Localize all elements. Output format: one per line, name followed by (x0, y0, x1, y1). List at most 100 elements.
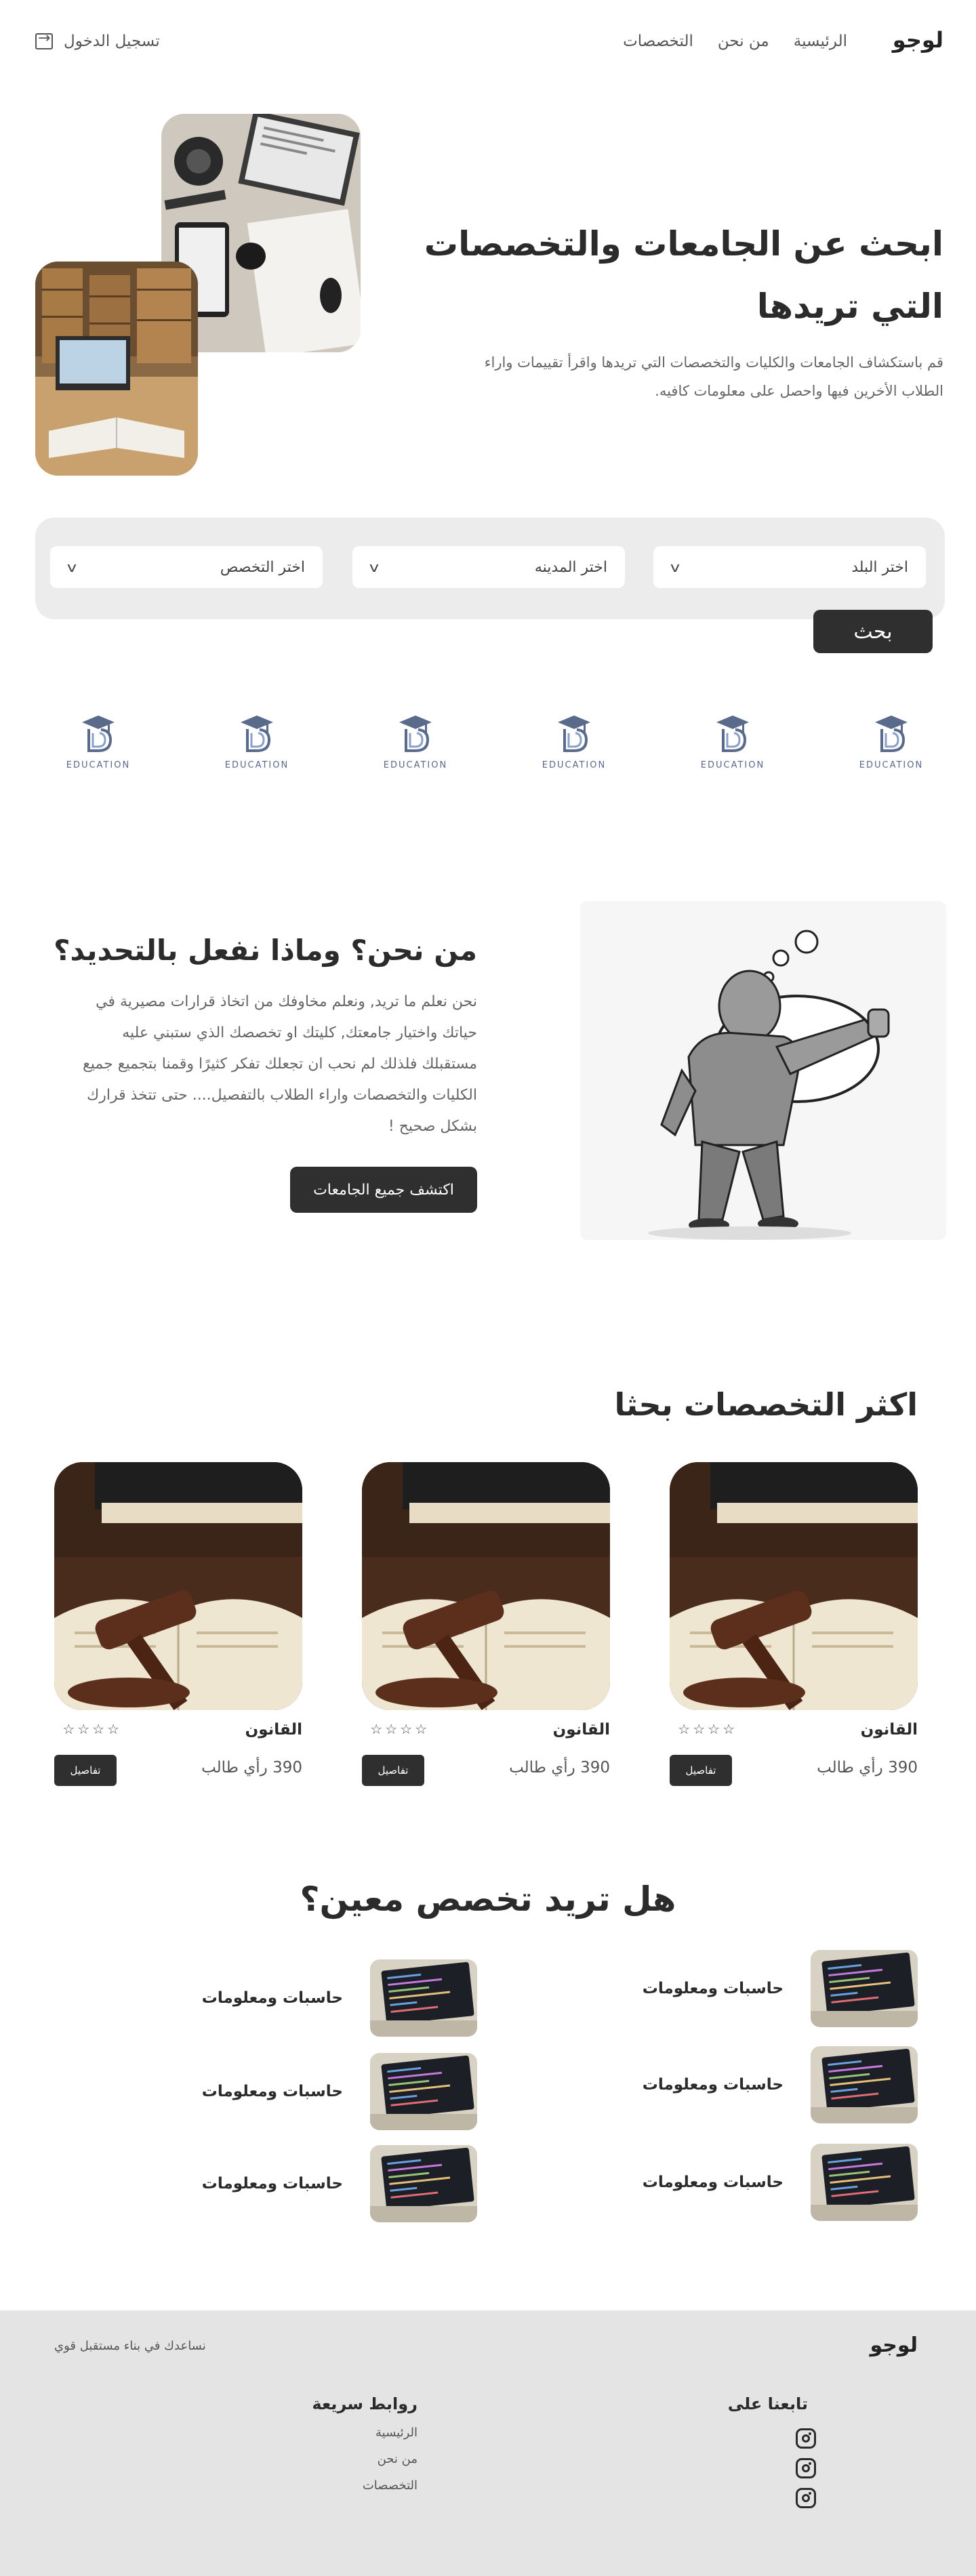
social-links (796, 2428, 816, 2508)
details-button[interactable]: تفاصيل (670, 1755, 732, 1786)
rating-stars-icon: ☆☆☆☆ (678, 1721, 737, 1737)
hero-subtitle-line1: قم باستكشاف الجامعات والكليات والتخصصات … (484, 354, 943, 371)
major-select-label: اختر التخصص (220, 558, 305, 576)
specialty-card-reviews: 390 رأي طالب (201, 1759, 302, 1777)
about-illustration (580, 901, 946, 1240)
rating-stars-icon: ☆☆☆☆ (370, 1721, 430, 1737)
about-text-line: حياتك واختيار جامعتك, كليتك او تخصصك الذ… (122, 1024, 477, 1041)
login-icon (35, 30, 53, 49)
specialty-card-reviews: 390 رأي طالب (817, 1759, 918, 1777)
partner-label: EDUCATION (542, 760, 607, 770)
specialty-card-name: القانون (552, 1721, 610, 1739)
specialty-label: حاسبات ومعلومات (201, 2175, 343, 2193)
login-button[interactable]: تسجيل الدخول (35, 30, 160, 50)
specialty-card-name: القانون (245, 1721, 302, 1739)
specialty-card-name: القانون (860, 1721, 918, 1739)
about-title: من نحن؟ وماذا نفعل بالتحديد؟ (54, 934, 477, 967)
nav-home[interactable]: الرئيسية (794, 33, 847, 50)
specialty-item[interactable]: حاسبات ومعلومات (202, 1959, 477, 2037)
specialty-card-image[interactable] (670, 1462, 918, 1710)
partner-logo: EDUCATION (61, 713, 136, 770)
specialty-thumbnail (370, 2145, 477, 2222)
specialty-thumbnail (370, 2053, 477, 2130)
main-nav: الرئيسية من نحن التخصصات (623, 33, 847, 50)
site-footer: لوجو نساعدك في بناء مستقبل قوي تابعنا عل… (0, 2310, 976, 2576)
specialty-thumbnail (811, 2046, 918, 2123)
details-button[interactable]: تفاصيل (54, 1755, 117, 1786)
nav-about[interactable]: من نحن (718, 33, 769, 50)
graduation-cap-icon (875, 715, 908, 752)
specialty-label: حاسبات ومعلومات (642, 1980, 784, 1997)
footer-link-home[interactable]: الرئيسية (363, 2426, 418, 2440)
major-select[interactable]: اختر التخصص v (50, 546, 323, 588)
instagram-icon[interactable] (796, 2428, 816, 2449)
specialty-item[interactable]: حاسبات ومعلومات (643, 2046, 918, 2123)
chevron-down-icon: v (369, 559, 380, 575)
footer-link-about[interactable]: من نحن (363, 2452, 418, 2466)
chevron-down-icon: v (670, 559, 680, 575)
specialty-label: حاسبات ومعلومات (642, 2076, 784, 2094)
instagram-icon[interactable] (796, 2488, 816, 2508)
about-text-line: نحن نعلم ما تريد, ونعلم مخاوفك من اتخاذ … (96, 993, 477, 1010)
specialty-item[interactable]: حاسبات ومعلومات (202, 2053, 477, 2130)
specialty-thumbnail (370, 1959, 477, 2037)
popular-title: اكثر التخصصات بحثا (614, 1386, 918, 1423)
nav-specialties[interactable]: التخصصات (623, 33, 693, 50)
details-button[interactable]: تفاصيل (362, 1755, 424, 1786)
search-button[interactable]: بحث (813, 610, 933, 653)
hero-subtitle-line2: الطلاب الأخرين فيها واحصل على معلومات كا… (655, 383, 943, 399)
quick-links-title: روابط سريعة (312, 2394, 418, 2413)
specialty-item[interactable]: حاسبات ومعلومات (643, 2144, 918, 2221)
partner-logo: EDUCATION (695, 713, 770, 770)
specialty-label: حاسبات ومعلومات (642, 2174, 784, 2191)
chevron-down-icon: v (66, 559, 77, 575)
discover-universities-button[interactable]: اكتشف جميع الجامعات (290, 1167, 477, 1213)
country-select[interactable]: اختر البلد v (653, 546, 926, 588)
follow-title: تابعنا على (727, 2394, 808, 2413)
about-text-line: مستقبلك فلذلك لم نحب ان تجعلك تفكر كثيرً… (83, 1056, 477, 1073)
specialty-label: حاسبات ومعلومات (201, 2083, 343, 2100)
graduation-cap-icon (716, 715, 749, 752)
graduation-cap-icon (82, 715, 115, 752)
partners-row: EDUCATION EDUCATION EDUCATION EDUCATION EDUC… (61, 713, 929, 770)
partner-label: EDUCATION (859, 760, 924, 770)
specialty-item[interactable]: حاسبات ومعلومات (202, 2145, 477, 2222)
about-text-line: بشكل صحيح ! (388, 1118, 477, 1135)
city-select-label: اختر المدينه (534, 558, 607, 576)
graduation-cap-icon (241, 715, 273, 752)
graduation-cap-icon (399, 715, 432, 752)
logo[interactable]: لوجو (893, 27, 943, 53)
partner-label: EDUCATION (224, 760, 289, 770)
specific-title: هل تريد تخصص معين؟ (300, 1879, 676, 1919)
city-select[interactable]: اختر المدينه v (352, 546, 625, 588)
specialty-card-reviews: 390 رأي طالب (509, 1759, 610, 1777)
hero-title: ابحث عن الجامعات والتخصصات التي تريدها (424, 213, 943, 337)
specialty-card-image[interactable] (362, 1462, 610, 1710)
footer-link-specialties[interactable]: التخصصات (363, 2478, 418, 2493)
partner-label: EDUCATION (66, 760, 131, 770)
quick-links: الرئيسية من نحن التخصصات (363, 2426, 418, 2493)
hero-subtitle: قم باستكشاف الجامعات والكليات والتخصصات … (401, 348, 943, 405)
hero-title-line1: ابحث عن الجامعات والتخصصات (424, 224, 943, 264)
login-label: تسجيل الدخول (64, 33, 160, 50)
specialty-thumbnail (811, 2144, 918, 2221)
specialty-label: حاسبات ومعلومات (201, 1989, 343, 2007)
partner-logo: EDUCATION (537, 713, 611, 770)
partner-logo: EDUCATION (378, 713, 453, 770)
graduation-cap-icon (558, 715, 590, 752)
footer-logo[interactable]: لوجو (870, 2333, 918, 2357)
partner-logo: EDUCATION (854, 713, 929, 770)
country-select-label: اختر البلد (851, 558, 908, 576)
specialty-thumbnail (811, 1950, 918, 2027)
partner-label: EDUCATION (700, 760, 765, 770)
rating-stars-icon: ☆☆☆☆ (62, 1721, 122, 1737)
partner-logo: EDUCATION (220, 713, 294, 770)
specialty-item[interactable]: حاسبات ومعلومات (643, 1950, 918, 2027)
about-text: نحن نعلم ما تريد, ونعلم مخاوفك من اتخاذ … (3, 986, 477, 1142)
hero-library-photo (35, 262, 198, 476)
instagram-icon[interactable] (796, 2458, 816, 2478)
specialty-card-image[interactable] (54, 1462, 302, 1710)
hero-title-line2: التي تريدها (756, 287, 943, 326)
footer-tagline: نساعدك في بناء مستقبل قوي (54, 2339, 206, 2353)
partner-label: EDUCATION (383, 760, 448, 770)
